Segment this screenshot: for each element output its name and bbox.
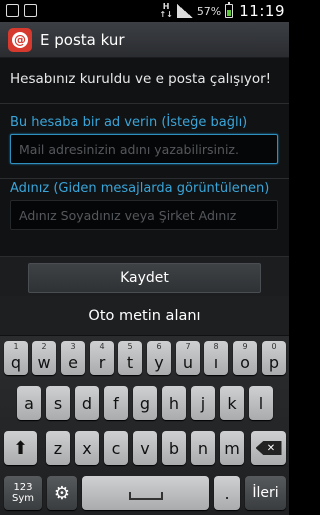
signal-strength-icon [176, 4, 193, 18]
key-y[interactable]: 6y [147, 341, 171, 375]
backspace-key[interactable]: ✕ [251, 431, 286, 465]
setup-complete-message: Hesabınız kuruldu ve e posta çalışıyor! [10, 71, 272, 87]
status-bar: H ↑↓ 57% 11:19 [0, 0, 289, 22]
key-g[interactable]: g [133, 386, 157, 420]
clock: 11:19 [239, 2, 285, 20]
save-button[interactable]: Kaydet [28, 263, 261, 293]
battery-percent: 57% [196, 4, 222, 18]
usb-icon [24, 4, 37, 17]
email-app-icon[interactable]: @ [8, 28, 32, 52]
key-h[interactable]: h [162, 386, 186, 420]
notification-icon [6, 4, 19, 17]
gear-icon: ⚙ [53, 482, 71, 504]
key-z[interactable]: z [46, 431, 70, 465]
key-dotless-i[interactable]: 8ı [204, 341, 228, 375]
backspace-icon: ✕ [255, 441, 282, 455]
notification-icons [6, 4, 37, 17]
space-key[interactable] [82, 476, 209, 510]
key-w[interactable]: 2w [32, 341, 56, 375]
key-u[interactable]: 7u [176, 341, 200, 375]
key-v[interactable]: v [133, 431, 157, 465]
action-bar: @ E posta kur [0, 22, 289, 58]
next-key[interactable]: İleri [245, 476, 286, 510]
page-title: E posta kur [40, 31, 125, 49]
autotext-suggestion[interactable]: Oto metin alanı [88, 308, 200, 324]
key-o[interactable]: 9o [233, 341, 257, 375]
battery-icon [225, 2, 234, 18]
network-type-icon: H ↑↓ [159, 2, 173, 19]
key-f[interactable]: f [104, 386, 128, 420]
settings-key[interactable]: ⚙ [47, 476, 77, 510]
soft-keyboard: Oto metin alanı 1q 2w 3e 4r 5t 6y 7u 8ı … [0, 296, 289, 515]
key-m[interactable]: m [220, 431, 244, 465]
key-s[interactable]: s [46, 386, 70, 420]
key-c[interactable]: c [104, 431, 128, 465]
key-x[interactable]: x [75, 431, 99, 465]
key-r[interactable]: 4r [90, 341, 114, 375]
autotext-suggestion-bar[interactable]: Oto metin alanı [0, 296, 289, 336]
period-key[interactable]: . [214, 476, 240, 510]
email-at-icon: @ [12, 32, 28, 48]
shift-key[interactable]: ⬆ [4, 431, 37, 465]
divider [0, 178, 289, 179]
your-name-input[interactable]: Adınız Soyadınız veya Şirket Adınız [10, 200, 278, 230]
account-name-label: Bu hesaba bir ad verin (İsteğe bağlı) [10, 115, 248, 130]
account-setup-form: Hesabınız kuruldu ve e posta çalışıyor! … [0, 58, 289, 296]
shift-arrow-icon: ⬆ [12, 437, 29, 459]
divider [0, 103, 289, 104]
account-name-input[interactable]: Mail adresinizin adını yazabilirsiniz. [10, 134, 278, 164]
key-e[interactable]: 3e [61, 341, 85, 375]
key-a[interactable]: a [17, 386, 41, 420]
key-d[interactable]: d [75, 386, 99, 420]
symbols-key[interactable]: 123 Sym [4, 476, 42, 510]
key-t[interactable]: 5t [118, 341, 142, 375]
key-p[interactable]: 0p [262, 341, 286, 375]
key-q[interactable]: 1q [4, 341, 28, 375]
space-icon [128, 492, 163, 500]
key-k[interactable]: k [220, 386, 244, 420]
key-n[interactable]: n [191, 431, 215, 465]
status-indicators: H ↑↓ 57% 11:19 [159, 2, 285, 20]
your-name-label: Adınız (Giden mesajlarda görüntülenen) [10, 181, 270, 196]
key-b[interactable]: b [162, 431, 186, 465]
button-bar: Kaydet [0, 256, 289, 296]
key-l[interactable]: l [249, 386, 273, 420]
key-j[interactable]: j [191, 386, 215, 420]
